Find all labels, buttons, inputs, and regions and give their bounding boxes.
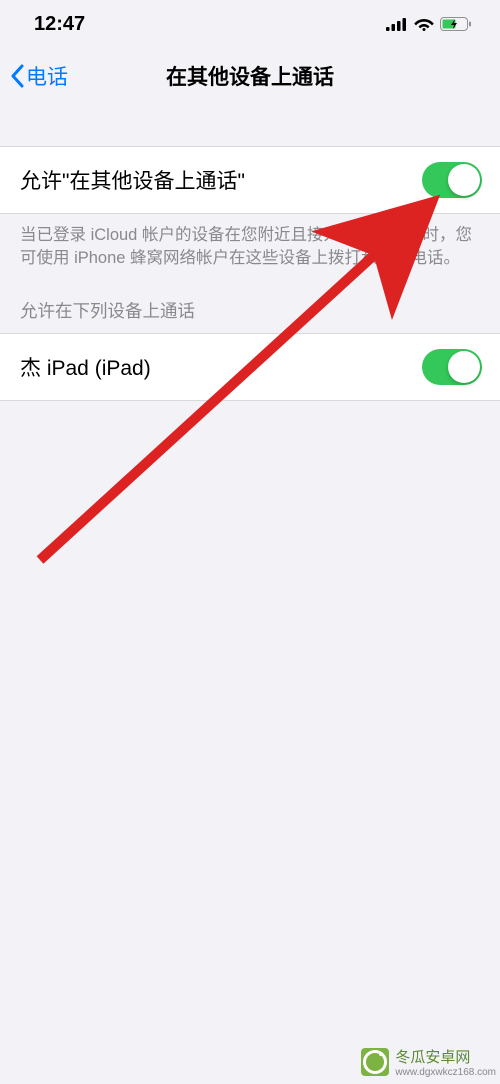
watermark: 冬瓜安卓网 www.dgxwkcz168.com <box>361 1046 496 1078</box>
device-toggle[interactable] <box>422 349 482 385</box>
devices-section-header: 允许在下列设备上通话 <box>0 270 500 333</box>
watermark-icon <box>361 1048 389 1076</box>
allow-calls-cell[interactable]: 允许"在其他设备上通话" <box>0 146 500 214</box>
back-label: 电话 <box>26 61 68 91</box>
allow-calls-label: 允许"在其他设备上通话" <box>20 165 245 195</box>
device-cell[interactable]: 杰 iPad (iPad) <box>0 333 500 401</box>
allow-calls-toggle[interactable] <box>422 162 482 198</box>
status-icons <box>386 17 472 31</box>
battery-charging-icon <box>440 17 472 31</box>
watermark-url: www.dgxwkcz168.com <box>395 1067 496 1078</box>
device-label: 杰 iPad (iPad) <box>20 352 151 382</box>
watermark-title: 冬瓜安卓网 <box>395 1046 496 1067</box>
cellular-signal-icon <box>386 17 408 31</box>
status-time: 12:47 <box>34 13 85 36</box>
chevron-left-icon <box>10 64 24 88</box>
back-button[interactable]: 电话 <box>10 61 68 91</box>
navigation-bar: 电话 在其他设备上通话 <box>0 48 500 104</box>
status-bar: 12:47 <box>0 0 500 48</box>
wifi-icon <box>414 17 434 31</box>
content-area: 允许"在其他设备上通话" 当已登录 iCloud 帐户的设备在您附近且接入无线局… <box>0 146 500 401</box>
page-title: 在其他设备上通话 <box>166 61 334 91</box>
allow-calls-description: 当已登录 iCloud 帐户的设备在您附近且接入无线局域网时，您可使用 iPho… <box>0 214 500 270</box>
